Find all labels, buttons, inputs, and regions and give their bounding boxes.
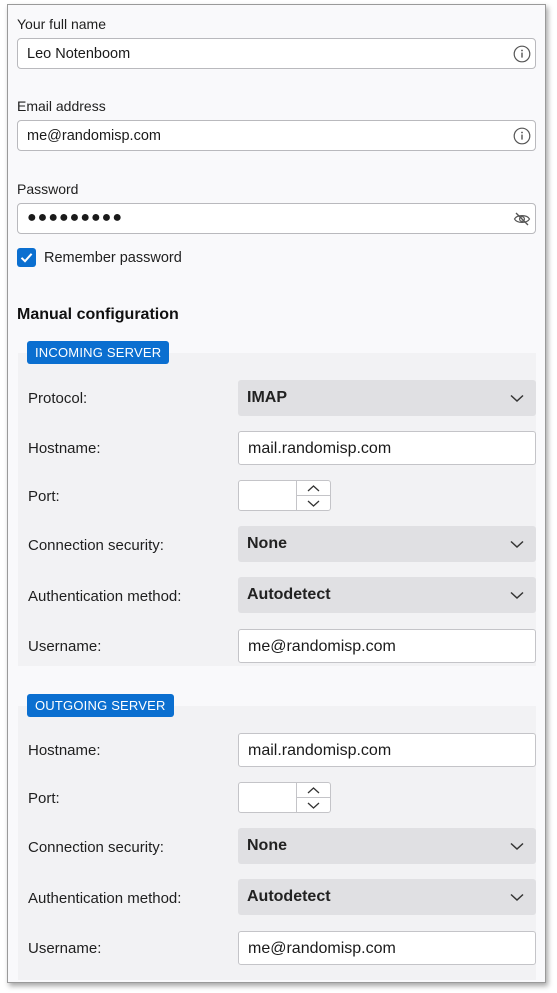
account-setup-form: Your full name Leo Notenboom Email addre… — [7, 4, 546, 983]
outgoing-server-tag: OUTGOING SERVER — [27, 694, 174, 717]
outgoing-username-input[interactable]: me@randomisp.com — [238, 931, 536, 965]
email-value: me@randomisp.com — [27, 128, 161, 144]
chevron-down-icon — [510, 893, 524, 902]
outgoing-port-up-button[interactable] — [297, 783, 330, 798]
email-label: Email address — [17, 98, 106, 114]
full-name-field[interactable]: Leo Notenboom — [17, 38, 536, 69]
incoming-port-stepper[interactable] — [238, 480, 331, 511]
outgoing-username-value: me@randomisp.com — [248, 940, 396, 957]
password-field[interactable]: ●●●●●●●●● — [17, 203, 536, 234]
outgoing-hostname-input[interactable]: mail.randomisp.com — [238, 733, 536, 767]
outgoing-port-stepper[interactable] — [238, 782, 331, 813]
chevron-down-icon — [510, 842, 524, 851]
incoming-protocol-label: Protocol: — [28, 390, 88, 407]
manual-config-title: Manual configuration — [17, 306, 179, 323]
incoming-username-value: me@randomisp.com — [248, 638, 396, 655]
incoming-protocol-select[interactable]: IMAP — [238, 380, 536, 416]
incoming-username-label: Username: — [28, 638, 102, 655]
incoming-server-tag: INCOMING SERVER — [27, 341, 170, 364]
chevron-up-icon — [307, 485, 320, 492]
incoming-port-up-button[interactable] — [297, 481, 330, 496]
password-mask: ●●●●●●●●● — [27, 209, 123, 226]
incoming-hostname-value: mail.randomisp.com — [248, 440, 392, 457]
chevron-down-icon — [510, 540, 524, 549]
chevron-up-icon — [307, 787, 320, 794]
incoming-hostname-label: Hostname: — [28, 440, 101, 457]
incoming-security-value: None — [247, 535, 287, 552]
incoming-security-select[interactable]: None — [238, 526, 536, 562]
chevron-down-icon — [510, 591, 524, 600]
outgoing-username-label: Username: — [28, 940, 102, 957]
outgoing-port-down-button[interactable] — [297, 798, 330, 812]
outgoing-hostname-value: mail.randomisp.com — [248, 742, 392, 759]
remember-password-label[interactable]: Remember password — [44, 250, 182, 266]
chevron-down-icon — [307, 500, 320, 507]
incoming-port-down-button[interactable] — [297, 496, 330, 510]
outgoing-auth-value: Autodetect — [247, 888, 331, 905]
incoming-hostname-input[interactable]: mail.randomisp.com — [238, 431, 536, 465]
chevron-down-icon — [307, 802, 320, 809]
chevron-down-icon — [510, 394, 524, 403]
email-field[interactable]: me@randomisp.com — [17, 120, 536, 151]
incoming-security-label: Connection security: — [28, 537, 164, 554]
full-name-label: Your full name — [17, 16, 106, 32]
info-icon[interactable] — [513, 45, 531, 63]
outgoing-security-value: None — [247, 837, 287, 854]
outgoing-auth-label: Authentication method: — [28, 890, 182, 907]
checkmark-icon — [20, 253, 33, 263]
incoming-auth-value: Autodetect — [247, 586, 331, 603]
eye-slash-icon[interactable] — [513, 210, 531, 228]
incoming-auth-label: Authentication method: — [28, 588, 182, 605]
outgoing-security-label: Connection security: — [28, 839, 164, 856]
info-icon[interactable] — [513, 127, 531, 145]
incoming-username-input[interactable]: me@randomisp.com — [238, 629, 536, 663]
remember-password-checkbox[interactable] — [17, 248, 36, 267]
outgoing-auth-select[interactable]: Autodetect — [238, 879, 536, 915]
incoming-protocol-value: IMAP — [247, 389, 287, 406]
outgoing-port-label: Port: — [28, 790, 60, 807]
incoming-auth-select[interactable]: Autodetect — [238, 577, 536, 613]
full-name-value: Leo Notenboom — [27, 46, 131, 62]
incoming-port-label: Port: — [28, 488, 60, 505]
outgoing-security-select[interactable]: None — [238, 828, 536, 864]
outgoing-hostname-label: Hostname: — [28, 742, 101, 759]
password-label: Password — [17, 181, 79, 197]
